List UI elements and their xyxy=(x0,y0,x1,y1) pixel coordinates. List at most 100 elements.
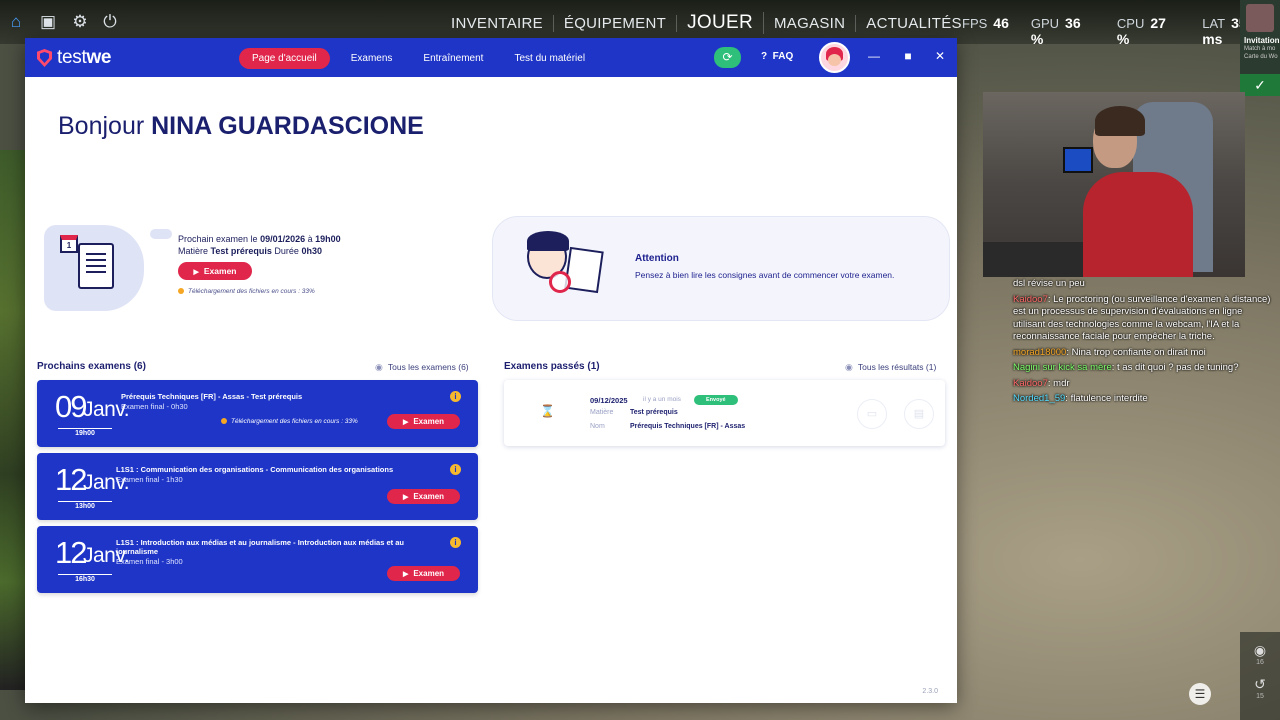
history-icon[interactable]: ↺ 15 xyxy=(1240,676,1280,700)
play-icon: ▶ xyxy=(402,494,409,501)
attention-title: Attention xyxy=(635,253,679,264)
sync-button[interactable]: ⟳ xyxy=(714,47,741,68)
past-exam-name: Nom Prérequis Techniques [FR] - Assas xyxy=(590,423,746,430)
past-exam-date: 09/12/2025 xyxy=(590,396,628,405)
sliders-icon[interactable]: ☰ xyxy=(1189,683,1211,705)
download-progress-note: Téléchargement des fichiers en cours : 3… xyxy=(178,288,315,295)
app-version: 2.3.0 xyxy=(922,688,938,695)
game-nav-equipement[interactable]: ÉQUIPEMENT xyxy=(554,14,678,32)
app-header: testwe Page d'accueil Examens Entraîneme… xyxy=(25,38,957,77)
exam-day: 12 xyxy=(55,535,88,570)
chat-message: morad18000: Nina trop confiante on dirai… xyxy=(1013,346,1206,358)
exam-card[interactable]: 12 Janv. 13h00 L1S1 : Communication des … xyxy=(37,453,478,520)
tab-exams[interactable]: Examens xyxy=(341,48,403,69)
app-nav: Page d'accueil Examens Entraînement Test… xyxy=(239,48,606,69)
game-nav-magasin[interactable]: MAGASIN xyxy=(764,14,857,32)
upcoming-exams-title: Prochains examens (6) xyxy=(37,361,146,372)
home-icon[interactable]: ⌂ xyxy=(6,12,26,32)
cpu-stat: CPU 27 % xyxy=(1116,15,1166,47)
faq-button[interactable]: ? FAQ xyxy=(761,51,793,62)
eye-icon: ◉ xyxy=(845,362,853,372)
calendar-icon: 1 xyxy=(60,235,78,253)
maximize-icon[interactable]: ■ xyxy=(901,49,915,63)
exam-subtitle: Examen final - 0h30 xyxy=(121,402,188,411)
exam-time: 16h30 xyxy=(58,574,112,583)
all-exams-link[interactable]: ◉ Tous les examens (6) xyxy=(375,362,469,373)
exam-title: Prérequis Techniques [FR] - Assas - Test… xyxy=(121,392,303,401)
play-icon: ▶ xyxy=(193,269,199,276)
shield-icon xyxy=(37,49,52,67)
invitation-panel[interactable]: Invitation Match à mo Carte du Wo ✓ xyxy=(1240,0,1280,96)
webcam-overlay xyxy=(983,92,1245,277)
page-title: Bonjour NINA GUARDASCIONE xyxy=(58,112,424,140)
accept-invite-button[interactable]: ✓ xyxy=(1240,74,1280,96)
minimize-icon[interactable]: — xyxy=(867,49,881,63)
inviter-avatar xyxy=(1246,4,1274,32)
game-scenery xyxy=(0,150,26,690)
broadcast-icon[interactable]: ◉ 16 xyxy=(1240,642,1280,666)
invitation-line-2: Carte du Wo xyxy=(1244,54,1278,60)
tab-home[interactable]: Page d'accueil xyxy=(239,48,330,69)
testwe-window: testwe Page d'accueil Examens Entraîneme… xyxy=(25,38,957,703)
close-icon[interactable]: ✕ xyxy=(933,49,947,63)
start-exam-button[interactable]: ▶ Examen xyxy=(387,414,460,429)
invitation-title: Invitation xyxy=(1244,36,1280,45)
right-dock: ◉ 16 ↺ 15 xyxy=(1240,632,1280,720)
streamer-body xyxy=(1083,172,1193,277)
info-icon[interactable]: i xyxy=(450,391,461,402)
gear-icon[interactable]: ⚙ xyxy=(70,12,90,32)
chat-message: Kaidoo7: mdr xyxy=(1013,377,1070,389)
refresh-icon: ⟳ xyxy=(722,50,733,64)
document-icon[interactable]: ▤ xyxy=(904,399,934,429)
info-icon[interactable]: i xyxy=(450,464,461,475)
past-exam-ago: il y a un mois xyxy=(643,396,681,403)
chat-message: Kaidoo7: Le proctoring (ou surveillance … xyxy=(1013,293,1271,343)
stream-chat: dsl révise un peu Kaidoo7: Le proctoring… xyxy=(1013,278,1275,409)
briefcase-icon[interactable]: ▣ xyxy=(38,12,58,32)
calendar-illustration: 1 xyxy=(44,225,172,312)
all-results-link[interactable]: ◉ Tous les résultats (1) xyxy=(845,362,936,373)
tab-training[interactable]: Entraînement xyxy=(413,48,493,69)
info-icon[interactable]: i xyxy=(450,537,461,548)
exam-subtitle: Examen final - 1h30 xyxy=(116,475,183,484)
exam-title: L1S1 : Introduction aux médias et au jou… xyxy=(116,538,404,556)
play-icon: ▶ xyxy=(402,571,409,578)
past-exam-card[interactable]: ⌛ 09/12/2025 il y a un mois Envoyé Matiè… xyxy=(504,380,945,446)
performance-stats: FPS46 GPU36 % CPU27 % LAT35.6 ms xyxy=(962,15,1280,47)
game-nav-jouer[interactable]: JOUER xyxy=(677,12,764,34)
start-exam-button[interactable]: ▶ Examen xyxy=(387,566,460,581)
exam-card[interactable]: 12 Janv. 16h30 L1S1 : Introduction aux m… xyxy=(37,526,478,593)
fps-stat: FPS 46 xyxy=(962,15,1009,31)
start-next-exam-button[interactable]: ▶ Examen xyxy=(178,262,252,280)
game-nav-inventaire[interactable]: INVENTAIRE xyxy=(441,14,554,32)
attention-card: Attention Pensez à bien lire les consign… xyxy=(492,216,950,321)
comment-icon[interactable]: ▭ xyxy=(857,399,887,429)
background-monitor xyxy=(1063,147,1093,173)
tab-hardware-test[interactable]: Test du matériel xyxy=(504,48,595,69)
start-exam-button[interactable]: ▶ Examen xyxy=(387,489,460,504)
gpu-stat: GPU 36 % xyxy=(1030,15,1081,47)
chat-message: Nagini sur kick sa mère: t as dit quoi ?… xyxy=(1013,362,1239,373)
exam-subtitle: Examen final - 3h00 xyxy=(116,557,183,566)
play-icon: ▶ xyxy=(402,419,409,426)
game-main-nav: INVENTAIRE ÉQUIPEMENT JOUER MAGASIN ACTU… xyxy=(441,10,972,36)
status-dot xyxy=(178,288,184,295)
exam-time: 19h00 xyxy=(58,428,112,437)
exam-title: L1S1 : Communication des organisations -… xyxy=(116,465,394,474)
next-exam-info: Prochain examen le 09/01/2026 à 19h00 Ma… xyxy=(178,234,341,256)
testwe-logo: testwe xyxy=(37,47,111,69)
status-badge: Envoyé xyxy=(694,395,738,405)
exam-card[interactable]: 09 Janv. 19h00 Prérequis Techniques [FR]… xyxy=(37,380,478,447)
exam-day: 12 xyxy=(55,462,88,497)
chat-message: Norded1_59: flatulence interdite xyxy=(1013,393,1148,404)
power-icon[interactable]: ⏻ xyxy=(100,12,120,32)
magnifier-icon xyxy=(549,271,571,293)
chat-message: dsl révise un peu xyxy=(1013,278,1085,289)
user-avatar[interactable] xyxy=(819,42,850,73)
past-exams-title: Examens passés (1) xyxy=(504,361,600,372)
exam-day: 09 xyxy=(55,389,88,424)
hourglass-icon: ⌛ xyxy=(540,404,555,418)
game-nav-actualites[interactable]: ACTUALITÉS xyxy=(856,15,972,32)
exam-time: 13h00 xyxy=(58,501,112,510)
eye-icon: ◉ xyxy=(375,362,383,372)
